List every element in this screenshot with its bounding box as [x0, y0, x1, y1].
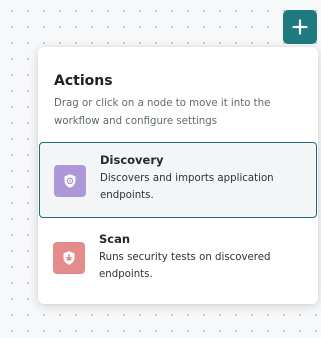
- node-discovery[interactable]: Discovery Discovers and imports applicat…: [39, 142, 317, 218]
- actions-panel: Actions Drag or click on a node to move …: [38, 47, 318, 304]
- node-description: Runs security tests on discovered endpoi…: [99, 252, 271, 280]
- add-node-button[interactable]: [283, 10, 317, 44]
- panel-description: Drag or click on a node to move it into …: [54, 98, 271, 127]
- node-description: Discovers and imports application endpoi…: [100, 173, 274, 201]
- node-title: Scan: [99, 232, 131, 246]
- node-scan[interactable]: Scan Runs security tests on discovered e…: [39, 222, 317, 294]
- shield-gear-icon: [54, 165, 86, 197]
- panel-title: Actions: [54, 73, 113, 89]
- node-title: Discovery: [100, 153, 164, 167]
- shield-bug-icon: [53, 242, 85, 274]
- plus-icon: [292, 19, 308, 35]
